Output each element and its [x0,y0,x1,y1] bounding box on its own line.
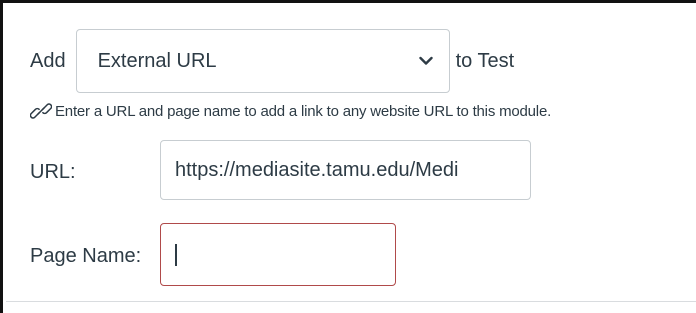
section-divider [6,301,696,302]
add-item-dialog: Add External URL to Test Enter a URL and… [0,0,696,313]
text-cursor [175,243,177,266]
url-input-value: https://mediasite.tamu.edu/Medi [175,158,459,181]
url-help-text: Enter a URL and page name to add a link … [55,102,552,120]
item-type-select[interactable]: External URL [75,29,450,93]
page-name-input[interactable] [160,223,396,286]
module-target-label: to Test [455,49,515,72]
page-name-label: Page Name: [30,245,142,267]
chevron-down-icon [418,56,433,65]
item-type-row: Add External URL to Test [30,28,514,94]
add-label: Add [30,49,66,72]
url-input[interactable]: https://mediasite.tamu.edu/Medi [160,140,531,200]
link-icon [30,103,52,119]
url-help-row: Enter a URL and page name to add a link … [30,100,551,122]
item-type-select-value: External URL [97,49,217,72]
url-field-label: URL: [30,161,76,183]
